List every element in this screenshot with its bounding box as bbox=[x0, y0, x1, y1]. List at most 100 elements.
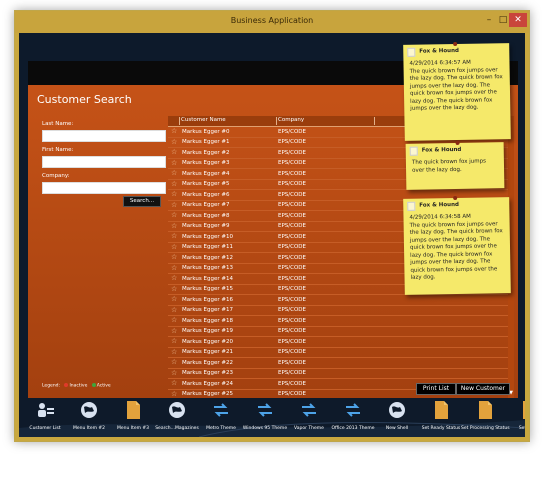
customer-name-cell: Markus Egger #25 bbox=[182, 391, 233, 397]
customer-icon: ☆ bbox=[171, 137, 178, 146]
company-cell: EPS/CODE bbox=[278, 254, 307, 261]
table-row[interactable]: ☆ Markus Egger #16 EPS/CODE bbox=[168, 295, 508, 306]
toolbar-item[interactable]: Menu Item #3 bbox=[113, 398, 153, 437]
active-dot-icon bbox=[91, 383, 96, 387]
customer-name-cell: Markus Egger #17 bbox=[182, 307, 233, 313]
customer-name-cell: Markus Egger #3 bbox=[182, 160, 230, 166]
company-cell: EPS/CODE bbox=[278, 370, 307, 376]
toolbar-item[interactable]: Office 2013 Theme bbox=[332, 398, 374, 437]
customer-name-cell: Markus Egger #8 bbox=[182, 212, 230, 219]
toolbar-item-label: Set Ready Status bbox=[421, 426, 461, 431]
note-icon bbox=[407, 201, 416, 211]
toolbar-item-label: Metro Theme bbox=[206, 426, 236, 431]
title-bar[interactable]: Business Application – □ ✕ bbox=[15, 11, 529, 33]
customer-icon: ☆ bbox=[171, 158, 178, 167]
last-name-label: Last Name: bbox=[42, 121, 74, 127]
note-body: The quick brown fox jumps over the lazy … bbox=[411, 158, 487, 174]
toolbar-item[interactable]: Search...Magazines bbox=[155, 398, 199, 437]
search-button[interactable]: Search... bbox=[123, 196, 161, 207]
toolbar-item[interactable]: Set Warn bbox=[509, 398, 525, 437]
column-header-company[interactable]: Company bbox=[278, 117, 304, 123]
table-row[interactable]: ☆ Markus Egger #19 EPS/CODE bbox=[168, 327, 508, 337]
toolbar-item[interactable]: New Shell bbox=[377, 398, 417, 437]
first-name-label: First Name: bbox=[42, 147, 74, 153]
company-cell: EPS/CODE bbox=[278, 149, 307, 156]
toolbar-item-label: Windows 95 Theme bbox=[242, 426, 288, 431]
table-row[interactable]: ☆ Markus Egger #18 EPS/CODE bbox=[168, 316, 508, 327]
customer-name-cell: Markus Egger #12 bbox=[182, 254, 233, 261]
globe-icon bbox=[79, 400, 99, 420]
note-header: Fox & Hound bbox=[405, 45, 507, 57]
customer-icon: ☆ bbox=[171, 242, 178, 251]
note-title: Fox & Hound bbox=[419, 47, 459, 55]
sticky-note-2[interactable]: Fox & Hound The quick brown fox jumps ov… bbox=[405, 140, 505, 190]
note-icon bbox=[407, 47, 416, 57]
customer-icon: ☆ bbox=[171, 389, 178, 398]
document-icon bbox=[519, 400, 525, 420]
users-icon bbox=[35, 400, 55, 420]
customer-icon: ☆ bbox=[171, 295, 178, 303]
company-cell: EPS/CODE bbox=[278, 391, 307, 397]
toolbar-item-label: Customer List bbox=[29, 426, 61, 431]
column-header-name[interactable]: Customer Name bbox=[181, 117, 226, 123]
toolbar-item[interactable]: Set Ready Status bbox=[421, 398, 461, 437]
customer-name-cell: Markus Egger #11 bbox=[182, 244, 233, 250]
globe-icon bbox=[387, 400, 407, 420]
toolbar-item[interactable]: Menu Item #2 bbox=[69, 398, 109, 437]
customer-icon: ☆ bbox=[171, 379, 178, 387]
maximize-button[interactable]: □ bbox=[497, 13, 509, 27]
note-header: Fox & Hound bbox=[408, 144, 502, 156]
column-divider bbox=[179, 117, 180, 125]
first-name-field[interactable] bbox=[42, 156, 166, 168]
table-row[interactable]: ☆ Markus Egger #21 EPS/CODE bbox=[168, 348, 508, 358]
swap-arrows-icon bbox=[255, 400, 275, 420]
customer-icon: ☆ bbox=[171, 368, 178, 377]
last-name-field[interactable] bbox=[42, 130, 166, 142]
toolbar-item-label: Menu Item #2 bbox=[72, 426, 106, 431]
sticky-note-1[interactable]: Fox & Hound 4/29/2014 6:34:57 AM The qui… bbox=[403, 41, 511, 141]
toolbar-item[interactable]: Windows 95 Theme bbox=[243, 398, 287, 437]
note-title: Fox & Hound bbox=[421, 146, 462, 154]
customer-name-cell: Markus Egger #2 bbox=[182, 149, 230, 156]
toolbar-item[interactable]: Vapor Theme bbox=[289, 398, 329, 437]
customer-icon: ☆ bbox=[171, 337, 178, 345]
print-list-button[interactable]: Print List bbox=[416, 383, 456, 395]
customer-icon: ☆ bbox=[171, 316, 178, 324]
customer-name-cell: Markus Egger #9 bbox=[182, 223, 230, 229]
company-cell: EPS/CODE bbox=[278, 191, 307, 198]
close-button[interactable]: ✕ bbox=[509, 13, 527, 27]
customer-name-cell: Markus Egger #23 bbox=[182, 370, 233, 376]
customer-name-cell: Markus Egger #22 bbox=[182, 359, 233, 366]
legend-label: Legend: bbox=[42, 383, 61, 389]
company-cell: EPS/CODE bbox=[278, 359, 307, 366]
column-divider bbox=[276, 117, 277, 125]
toolbar-item[interactable]: Customer List bbox=[25, 398, 65, 437]
toolbar-item[interactable]: Metro Theme bbox=[201, 398, 241, 437]
table-row[interactable]: ☆ Markus Egger #22 EPS/CODE bbox=[168, 358, 508, 369]
company-cell: EPS/CODE bbox=[278, 380, 307, 387]
customer-icon: ☆ bbox=[171, 263, 178, 272]
customer-name-cell: Markus Egger #18 bbox=[182, 317, 233, 324]
customer-name-cell: Markus Egger #21 bbox=[182, 349, 233, 355]
company-cell: EPS/CODE bbox=[278, 202, 307, 208]
customer-icon: ☆ bbox=[171, 358, 178, 366]
table-row[interactable]: ☆ Markus Egger #17 EPS/CODE bbox=[168, 305, 508, 316]
customer-name-cell: Markus Egger #15 bbox=[182, 286, 233, 292]
company-field[interactable] bbox=[42, 182, 166, 194]
minimize-button[interactable]: – bbox=[483, 13, 495, 27]
table-row[interactable]: ☆ Markus Egger #23 EPS/CODE bbox=[168, 368, 508, 379]
note-header: Fox & Hound bbox=[405, 199, 507, 211]
customer-icon: ☆ bbox=[171, 179, 178, 188]
customer-name-cell: Markus Egger #7 bbox=[182, 202, 230, 208]
sticky-note-3[interactable]: Fox & Hound 4/29/2014 6:34:58 AM The qui… bbox=[403, 195, 511, 295]
table-row[interactable]: ☆ Markus Egger #20 EPS/CODE bbox=[168, 337, 508, 348]
document-icon bbox=[431, 400, 451, 420]
customer-icon: ☆ bbox=[171, 127, 178, 135]
toolbar-item-label: Search...Magazines bbox=[155, 426, 199, 431]
company-cell: EPS/CODE bbox=[278, 170, 307, 177]
customer-name-cell: Markus Egger #4 bbox=[182, 170, 230, 177]
customer-icon: ☆ bbox=[171, 305, 178, 314]
toolbar-item[interactable]: Set Processing Status bbox=[461, 398, 510, 437]
customer-icon: ☆ bbox=[171, 253, 178, 261]
new-customer-button[interactable]: New Customer bbox=[456, 383, 510, 395]
